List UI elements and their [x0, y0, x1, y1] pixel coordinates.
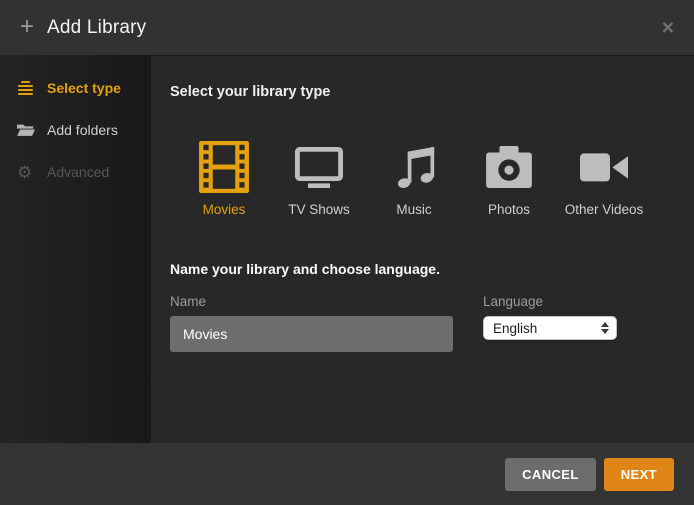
sidebar-item-advanced[interactable]: ⚙ Advanced: [0, 158, 151, 186]
language-field-group: Language English: [483, 294, 617, 352]
cancel-button[interactable]: CANCEL: [505, 458, 596, 491]
sidebar-item-select-type[interactable]: Select type: [0, 74, 151, 102]
sidebar-item-add-folders[interactable]: Add folders: [0, 116, 151, 144]
library-name-input[interactable]: [170, 316, 453, 352]
music-note-icon: [392, 139, 436, 195]
add-library-dialog: + Add Library × Select type Add folders …: [0, 0, 694, 505]
close-icon[interactable]: ×: [662, 17, 674, 38]
main-panel: Select your library type: [151, 55, 694, 443]
dialog-footer: CANCEL NEXT: [0, 443, 694, 505]
select-type-bars-icon: [17, 81, 37, 95]
camera-icon: [486, 139, 532, 195]
form-title: Name your library and choose language.: [170, 261, 694, 277]
type-tile-label: Movies: [203, 202, 246, 217]
type-tile-label: TV Shows: [288, 202, 350, 217]
language-select-value: English: [493, 321, 537, 336]
video-camera-icon: [580, 139, 628, 195]
sidebar-item-label: Advanced: [47, 164, 109, 180]
name-field-group: Name: [170, 294, 453, 352]
sidebar-item-label: Select type: [47, 80, 121, 96]
sidebar-item-label: Add folders: [47, 122, 118, 138]
next-button[interactable]: NEXT: [604, 458, 674, 491]
film-strip-icon: [199, 139, 249, 195]
tv-icon: [295, 139, 343, 195]
gear-icon: ⚙: [17, 164, 37, 181]
name-field-label: Name: [170, 294, 453, 309]
type-tile-music[interactable]: Music: [384, 139, 444, 217]
plus-icon: +: [20, 15, 34, 39]
type-tile-label: Other Videos: [565, 202, 644, 217]
language-select[interactable]: English: [483, 316, 617, 340]
section-title: Select your library type: [170, 84, 694, 100]
type-tile-movies[interactable]: Movies: [194, 139, 254, 217]
type-tile-tv-shows[interactable]: TV Shows: [289, 139, 349, 217]
type-tile-photos[interactable]: Photos: [479, 139, 539, 217]
dialog-header: + Add Library ×: [0, 0, 694, 55]
select-stepper-icon: [601, 322, 609, 334]
type-tile-label: Photos: [488, 202, 530, 217]
type-tile-other-videos[interactable]: Other Videos: [574, 139, 634, 217]
dialog-title: Add Library: [47, 17, 146, 39]
library-type-tiles: Movies TV Shows: [194, 139, 694, 217]
form-row: Name Language English: [170, 294, 694, 352]
folder-icon: [17, 123, 37, 137]
type-tile-label: Music: [396, 202, 431, 217]
sidebar: Select type Add folders ⚙ Advanced: [0, 55, 151, 443]
language-field-label: Language: [483, 294, 617, 309]
